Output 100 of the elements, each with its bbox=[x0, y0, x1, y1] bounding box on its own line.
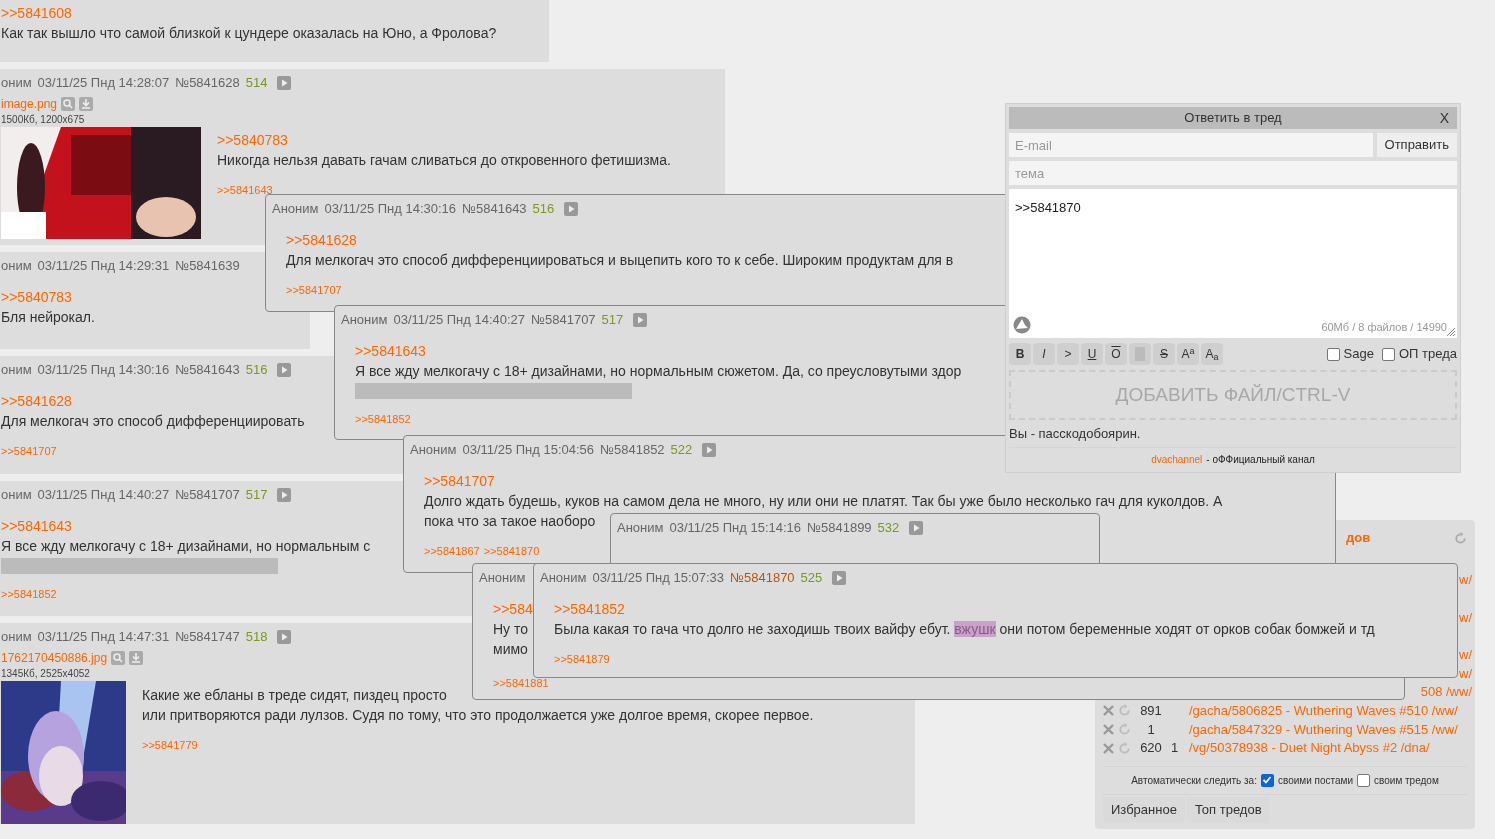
post-number[interactable]: №5841643 bbox=[175, 360, 240, 380]
post-number[interactable]: №5841707 bbox=[175, 485, 240, 505]
reply-link[interactable]: >>5841643 bbox=[355, 342, 426, 361]
reply-link[interactable]: >>5841707 bbox=[424, 472, 495, 491]
thread-link[interactable]: 508 /ww/ bbox=[1420, 682, 1472, 702]
post-number[interactable]: №5841707 bbox=[531, 310, 596, 330]
play-icon[interactable] bbox=[277, 363, 292, 377]
option-label: Sage bbox=[1343, 345, 1374, 364]
download-icon[interactable] bbox=[79, 97, 94, 111]
post-text: или притворяются ради лулзов. Судя по тому, что это продолжается уже долгое время, скорее первое. bbox=[142, 706, 814, 725]
poster-name: Аноним bbox=[617, 519, 664, 538]
close-button[interactable]: X bbox=[1439, 107, 1449, 129]
post-count: 518 bbox=[245, 628, 268, 647]
post-text: Как так вышло что самой близкой к цундере оказалась на Юно, а Фролова? bbox=[1, 24, 497, 43]
reply-link[interactable]: >>5841643 bbox=[1, 517, 72, 536]
refresh-icon[interactable] bbox=[1118, 741, 1131, 755]
post-count: 516 bbox=[245, 361, 268, 380]
play-icon[interactable] bbox=[277, 630, 292, 644]
post-count: 1 bbox=[1146, 720, 1156, 739]
post-text: Я все жду мелкогачу с 18+ дизайнами, но нормальным сюжетом. Да, со преусловутыми здор bbox=[355, 362, 962, 381]
play-icon[interactable] bbox=[564, 202, 579, 216]
thread-link[interactable]: /vg/50378938 - Duet Night Abyss #2 /dna/ bbox=[1189, 738, 1430, 758]
reply-link[interactable]: >>5841628 bbox=[286, 231, 357, 250]
email-field[interactable]: E-mail bbox=[1009, 133, 1373, 157]
post-number[interactable]: №5841643 bbox=[462, 199, 527, 219]
format-button[interactable]: A$^{a}$ bbox=[1177, 343, 1199, 365]
file-info: 1500Кб, 1200x675 bbox=[1, 113, 85, 127]
thread-link[interactable]: w/ bbox=[1459, 607, 1472, 628]
play-icon[interactable] bbox=[832, 571, 847, 585]
file-name[interactable]: 1762170450886.jpg bbox=[1, 649, 108, 667]
file-name[interactable]: image.png bbox=[1, 95, 58, 113]
post-date: 03/11/25 Пнд 15:14:16 bbox=[669, 519, 802, 538]
post-count: 532 bbox=[877, 519, 900, 538]
reply-link[interactable]: >>5840783 bbox=[1, 288, 72, 307]
reply-link[interactable]: >>5841852 bbox=[554, 600, 625, 619]
reply-link[interactable]: >>5841867 bbox=[424, 543, 480, 560]
thread-link[interactable]: /gacha/5806825 - Wuthering Waves #510 /ww/ bbox=[1189, 701, 1458, 721]
auto-follow-label: Автоматически следить за: bbox=[1131, 773, 1257, 788]
play-icon[interactable] bbox=[633, 313, 648, 327]
post-count: 514 bbox=[245, 74, 268, 93]
spoiler-button[interactable] bbox=[1129, 343, 1151, 365]
format-button[interactable]: > bbox=[1057, 343, 1079, 365]
format-button[interactable]: S bbox=[1153, 343, 1175, 365]
limits-text: 60Мб / 8 файлов / 14990 bbox=[1321, 319, 1447, 335]
checkbox[interactable] bbox=[1357, 773, 1371, 787]
refresh-icon[interactable] bbox=[1454, 531, 1467, 545]
refresh-icon[interactable] bbox=[1118, 704, 1131, 718]
post-number[interactable]: №5841870 bbox=[730, 568, 795, 588]
poster-name: оним bbox=[1, 257, 32, 276]
reply-link[interactable]: >>5841779 bbox=[142, 737, 198, 754]
checkbox[interactable] bbox=[1326, 347, 1340, 361]
checkbox[interactable] bbox=[1382, 347, 1395, 361]
post-count: 517 bbox=[601, 311, 624, 330]
post-number[interactable]: №5841628 bbox=[175, 73, 240, 93]
play-icon[interactable] bbox=[277, 488, 292, 502]
thread-link[interactable]: w/ bbox=[1459, 663, 1472, 684]
reply-link[interactable]: >>5840783 bbox=[217, 131, 288, 150]
refresh-icon[interactable] bbox=[1118, 723, 1131, 737]
reply-link[interactable]: >>584 bbox=[493, 600, 533, 619]
message-field[interactable]: >>5841870 60Мб / 8 файлов / 14990 bbox=[1009, 189, 1457, 338]
play-icon[interactable] bbox=[277, 76, 292, 90]
close-icon[interactable] bbox=[1103, 724, 1114, 736]
thread-link[interactable]: w/ bbox=[1459, 570, 1472, 590]
post-text: Для мелкогач это способ дифференциироваться и выцепить кого то к себе. Широким продуктам для в bbox=[286, 251, 954, 270]
close-icon[interactable] bbox=[1103, 742, 1114, 754]
channel-link[interactable]: dvachannel bbox=[1151, 452, 1203, 467]
resize-handle-icon[interactable] bbox=[1446, 327, 1456, 337]
post-number[interactable]: №5841899 bbox=[807, 518, 872, 538]
post-number[interactable]: №5841639 bbox=[175, 256, 240, 276]
post-date: 03/11/25 Пнд 14:40:27 bbox=[37, 486, 170, 505]
reply-link[interactable]: >>5841879 bbox=[554, 651, 610, 668]
format-button[interactable]: U bbox=[1081, 343, 1103, 365]
thread-link[interactable]: /gacha/5847329 - Wuthering Waves #515 /ww/ bbox=[1189, 719, 1458, 740]
reply-link[interactable]: >>5841707 bbox=[286, 282, 342, 299]
search-icon[interactable] bbox=[111, 651, 126, 665]
subject-field[interactable]: тема bbox=[1009, 161, 1457, 185]
play-icon[interactable] bbox=[909, 521, 924, 535]
search-icon[interactable] bbox=[61, 97, 76, 111]
format-button[interactable]: A$_{a}$ bbox=[1201, 343, 1223, 365]
reply-link[interactable]: >>5841881 bbox=[493, 675, 549, 692]
reply-link[interactable]: >>5841608 bbox=[1, 4, 72, 23]
format-button[interactable]: I bbox=[1033, 343, 1055, 365]
reply-link[interactable]: >>5841707 bbox=[1, 443, 57, 460]
post-text: Была какая то гача что долго не заходишь твоих вайфу ебут. вжушк они потом беременные ходят от орков собак бомжей и тд bbox=[554, 620, 1375, 639]
close-icon[interactable] bbox=[1103, 705, 1114, 717]
format-button[interactable]: O bbox=[1105, 343, 1127, 365]
post-count: 522 bbox=[670, 441, 693, 460]
reply-link[interactable]: >>5841628 bbox=[1, 392, 72, 411]
format-button[interactable]: B bbox=[1009, 343, 1031, 365]
send-button[interactable]: Отправить bbox=[1376, 133, 1457, 157]
checkbox[interactable] bbox=[1260, 773, 1274, 787]
thread-link[interactable]: w/ bbox=[1459, 645, 1472, 665]
reply-link[interactable]: >>5841852 bbox=[1, 586, 57, 603]
post-number[interactable]: №5841747 bbox=[175, 627, 240, 647]
play-icon[interactable] bbox=[702, 443, 717, 457]
post-number[interactable]: №5841852 bbox=[600, 440, 665, 460]
reply-link[interactable]: >>5841870 bbox=[483, 543, 540, 560]
reply-link[interactable]: >>5841643 bbox=[217, 182, 273, 199]
reply-link[interactable]: >>5841852 bbox=[355, 411, 411, 428]
download-icon[interactable] bbox=[129, 651, 144, 665]
